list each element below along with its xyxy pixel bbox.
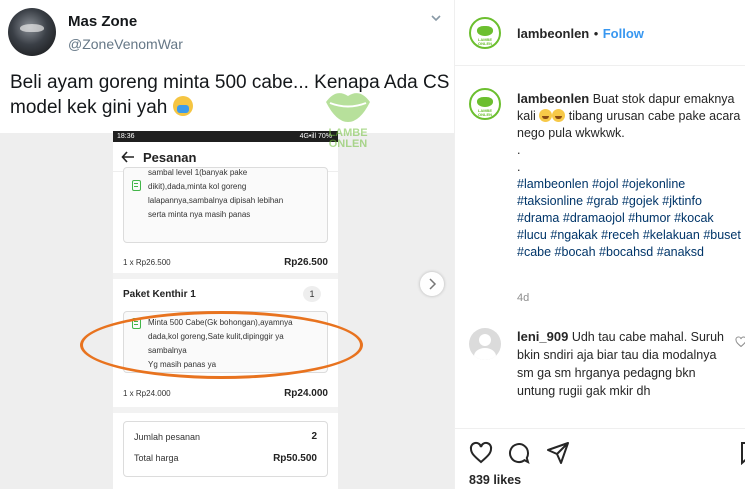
status-time: 18:36 — [117, 133, 135, 140]
caption-dot: . — [517, 143, 521, 157]
instagram-sidebar: LAMBE ONLEN lambeonlen • Follow LAMBE ON… — [455, 0, 745, 489]
commenter-avatar[interactable] — [469, 328, 501, 360]
divider — [113, 273, 338, 279]
hashtag-link[interactable]: #bocah — [555, 245, 596, 259]
item2-title: Paket Kenthir 1 — [123, 289, 196, 300]
hashtag-link[interactable]: #drama — [517, 211, 559, 225]
summary-total-label: Total harga — [134, 453, 179, 463]
item1-price-row: 1 x Rp26.500 Rp26.500 — [123, 257, 328, 268]
chevron-down-icon — [431, 15, 441, 22]
profile-avatar[interactable]: LAMBE ONLEN — [469, 17, 501, 49]
summary-qty-label: Jumlah pesanan — [134, 432, 201, 442]
header-user-row: lambeonlen • Follow — [517, 25, 644, 43]
lips-logo-icon — [477, 97, 493, 107]
back-arrow-icon — [121, 151, 134, 163]
caption-dot: . — [517, 160, 521, 174]
note1-line: dikit),dada,minta kol goreng — [148, 182, 247, 191]
post-header: LAMBE ONLEN lambeonlen • Follow — [455, 0, 745, 66]
item2-qty-badge: 1 — [303, 286, 321, 302]
likes-count[interactable]: 839 likes — [469, 473, 521, 487]
note1-line: lalapannya,sambalnya dipisah lebihan — [148, 196, 284, 205]
lambe-onlen-watermark: LAMBE ONLEN — [318, 84, 378, 156]
hashtag-link[interactable]: #buset — [703, 228, 741, 242]
order-screenshot: 18:36 4G•ill 70% Pesanan sambal level 1(… — [113, 131, 338, 489]
facepalm-emoji-icon — [172, 96, 193, 116]
item2-price-row: 1 x Rp24.000 Rp24.000 — [123, 388, 328, 399]
item1-qty-price: 1 x Rp26.500 — [123, 258, 171, 267]
item2-total: Rp24.000 — [284, 388, 328, 399]
note-icon — [132, 180, 141, 191]
lips-logo-icon — [326, 93, 370, 122]
status-bar: 18:36 4G•ill 70% — [113, 131, 338, 142]
tweet-text: Beli ayam goreng minta 500 cabe... Kenap… — [10, 70, 450, 120]
order-title: Pesanan — [143, 150, 197, 165]
tweet-avatar — [8, 8, 56, 56]
item1-total: Rp26.500 — [284, 257, 328, 268]
comment-like-heart-icon[interactable] — [735, 336, 745, 348]
hashtag-link[interactable]: #taksionline — [517, 194, 583, 208]
note1-line: serta minta nya masih panas — [148, 210, 251, 219]
heart-icon[interactable] — [469, 441, 493, 465]
hashtag-link[interactable]: #kelakuan — [643, 228, 700, 242]
order-note-1: sambal level 1(banyak pake dikit),dada,m… — [123, 167, 328, 243]
hashtag-link[interactable]: #dramaojol — [563, 211, 625, 225]
hashtag-link[interactable]: #humor — [628, 211, 670, 225]
laughing-emoji-icon — [552, 109, 566, 122]
post-image[interactable]: Mas Zone @ZoneVenomWar Beli ayam goreng … — [0, 0, 455, 489]
next-image-button[interactable] — [420, 272, 444, 296]
hashtag-link[interactable]: #bocahsd — [599, 245, 653, 259]
hashtag-link[interactable]: #grab — [587, 194, 619, 208]
watermark-line2: ONLEN — [328, 138, 368, 150]
chevron-right-icon — [429, 278, 437, 290]
comment: leni_909 Udh tau cabe mahal. Suruh bkin … — [517, 328, 727, 400]
tweet-handle: @ZoneVenomWar — [68, 36, 183, 52]
tweet-display-name: Mas Zone — [68, 13, 138, 30]
lips-logo-icon — [477, 26, 493, 36]
hashtag-link[interactable]: #anaksd — [657, 245, 704, 259]
caption-username[interactable]: lambeonlen — [517, 91, 589, 106]
hashtag-link[interactable]: #ojekonline — [622, 177, 685, 191]
laughing-emoji-icon — [539, 109, 553, 122]
hashtag-link[interactable]: #jktinfo — [662, 194, 702, 208]
note1-line: sambal level 1(banyak pake — [148, 168, 248, 177]
hashtag-link[interactable]: #lucu — [517, 228, 547, 242]
bookmark-icon[interactable] — [738, 441, 745, 465]
item2-qty-price: 1 x Rp24.000 — [123, 389, 171, 398]
comment-icon[interactable] — [507, 441, 531, 465]
hashtag-list: #lambeonlen #ojol #ojekonline #taksionli… — [517, 176, 742, 261]
hashtag-link[interactable]: #receh — [601, 228, 639, 242]
header-username[interactable]: lambeonlen — [517, 26, 589, 41]
summary-qty-value: 2 — [311, 431, 317, 442]
caption-avatar[interactable]: LAMBE ONLEN — [469, 88, 501, 120]
follow-button[interactable]: Follow — [603, 26, 644, 41]
highlight-ellipse — [80, 311, 363, 379]
hashtag-link[interactable]: #cabe — [517, 245, 551, 259]
divider — [113, 407, 338, 413]
hashtag-link[interactable]: #lambeonlen — [517, 177, 589, 191]
separator-dot: • — [593, 26, 599, 41]
avatar-caption: LAMBE ONLEN — [477, 37, 493, 46]
share-icon[interactable] — [546, 441, 570, 465]
hashtag-link[interactable]: #ojol — [592, 177, 618, 191]
comment-username[interactable]: leni_909 — [517, 329, 568, 344]
hashtag-link[interactable]: #gojek — [622, 194, 659, 208]
post-actions: 839 likes — [455, 428, 745, 489]
tweet-text-content: Beli ayam goreng minta 500 cabe... Kenap… — [10, 72, 450, 118]
hashtag-link[interactable]: #ngakak — [550, 228, 597, 242]
hashtag-link[interactable]: #kocak — [674, 211, 714, 225]
post-time-ago[interactable]: 4d — [517, 292, 529, 304]
order-summary: Jumlah pesanan 2 Total harga Rp50.500 — [123, 421, 328, 477]
avatar-caption: LAMBE ONLEN — [477, 108, 493, 117]
summary-total-value: Rp50.500 — [273, 453, 317, 464]
post-caption: lambeonlen Buat stok dapur emaknya kali … — [517, 90, 742, 261]
